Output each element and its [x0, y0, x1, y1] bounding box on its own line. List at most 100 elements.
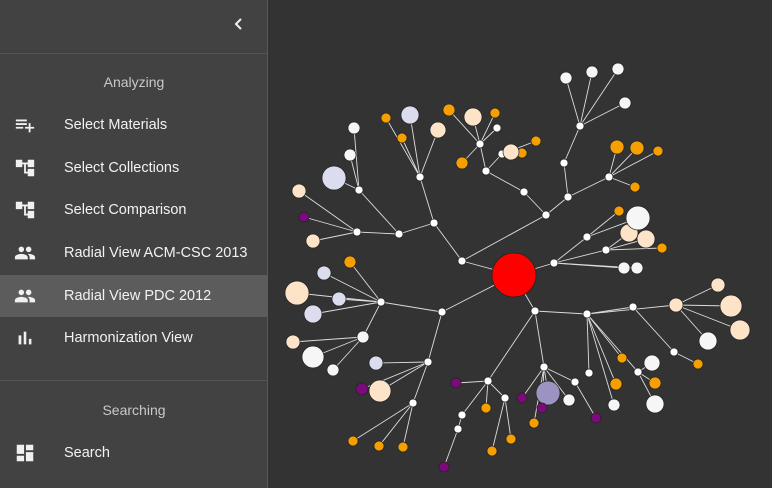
graph-node[interactable]	[616, 352, 628, 364]
graph-node[interactable]	[429, 121, 447, 139]
graph-junction-node[interactable]	[549, 258, 559, 268]
graph-node[interactable]	[438, 461, 450, 473]
graph-node[interactable]	[343, 255, 357, 269]
graph-node[interactable]	[331, 291, 347, 307]
graph-node[interactable]	[356, 330, 370, 344]
graph-junction-node[interactable]	[415, 172, 425, 182]
nav-item-harmonization-view[interactable]: Harmonization View	[0, 317, 268, 359]
graph-junction-node[interactable]	[575, 121, 585, 131]
graph-node[interactable]	[455, 156, 469, 170]
graph-junction-node[interactable]	[559, 158, 569, 168]
graph-junction-node[interactable]	[483, 376, 493, 386]
graph-node[interactable]	[463, 107, 483, 127]
graph-node[interactable]	[373, 440, 385, 452]
graph-node[interactable]	[629, 140, 645, 156]
graph-node[interactable]	[536, 402, 548, 414]
graph-junction-node[interactable]	[457, 410, 467, 420]
graph-node[interactable]	[643, 354, 661, 372]
graph-node[interactable]	[630, 261, 644, 275]
graph-node[interactable]	[625, 205, 651, 231]
graph-node[interactable]	[652, 145, 664, 157]
graph-junction-node[interactable]	[500, 393, 510, 403]
graph-junction-node[interactable]	[354, 185, 364, 195]
graph-junction-node[interactable]	[604, 172, 614, 182]
graph-node[interactable]	[450, 377, 462, 389]
nav-item-radial-view-pdc-2012[interactable]: Radial View PDC 2012	[0, 275, 268, 317]
graph-node[interactable]	[489, 107, 501, 119]
graph-junction-node[interactable]	[669, 347, 679, 357]
graph-node[interactable]	[368, 355, 384, 371]
graph-node[interactable]	[607, 398, 621, 412]
graph-junction-node[interactable]	[394, 229, 404, 239]
graph-junction-node[interactable]	[352, 227, 362, 237]
graph-junction-node[interactable]	[628, 302, 638, 312]
graph-junction-node[interactable]	[481, 166, 491, 176]
graph-node[interactable]	[611, 62, 625, 76]
graph-junction-node[interactable]	[582, 309, 592, 319]
nav-item-select-comparison[interactable]: Select Comparison	[0, 189, 268, 231]
graph-node[interactable]	[535, 380, 561, 406]
graph-junction-node[interactable]	[492, 123, 502, 133]
graph-node[interactable]	[613, 205, 625, 217]
graph-node[interactable]	[396, 132, 408, 144]
graph-node[interactable]	[284, 280, 310, 306]
nav-item-select-materials[interactable]: Select Materials	[0, 104, 268, 146]
graph-node[interactable]	[590, 412, 602, 424]
graph-node[interactable]	[710, 277, 726, 293]
graph-node[interactable]	[397, 441, 409, 453]
nav-item-radial-view-acm-csc-2013[interactable]: Radial View ACM-CSC 2013	[0, 232, 268, 274]
graph-junction-node[interactable]	[563, 192, 573, 202]
graph-node[interactable]	[698, 331, 718, 351]
graph-node[interactable]	[629, 181, 641, 193]
graph-junction-node[interactable]	[376, 297, 386, 307]
graph-junction-node[interactable]	[475, 139, 485, 149]
graph-node[interactable]	[480, 402, 492, 414]
graph-node[interactable]	[355, 382, 369, 396]
graph-node[interactable]	[343, 148, 357, 162]
graph-junction-node[interactable]	[541, 210, 551, 220]
graph-node[interactable]	[562, 393, 576, 407]
graph-node[interactable]	[400, 105, 420, 125]
graph-node[interactable]	[585, 65, 599, 79]
graph-junction-node[interactable]	[457, 256, 467, 266]
graph-node[interactable]	[298, 211, 310, 223]
graph-junction-node[interactable]	[519, 187, 529, 197]
nav-item-search[interactable]: Search	[0, 432, 268, 474]
graph-node[interactable]	[502, 143, 520, 161]
graph-junction-node[interactable]	[601, 245, 611, 255]
graph-node[interactable]	[505, 433, 517, 445]
graph-node[interactable]	[645, 394, 665, 414]
graph-node[interactable]	[656, 242, 668, 254]
graph-node[interactable]	[291, 183, 307, 199]
graph-node[interactable]	[301, 345, 325, 369]
graph-node[interactable]	[692, 358, 704, 370]
graph-node[interactable]	[609, 377, 623, 391]
graph-node[interactable]	[719, 294, 743, 318]
graph-node[interactable]	[285, 334, 301, 350]
graph-node[interactable]	[516, 392, 528, 404]
graph-junction-node[interactable]	[408, 398, 418, 408]
graph-node[interactable]	[347, 121, 361, 135]
graph-node[interactable]	[729, 319, 751, 341]
graph-junction-node[interactable]	[633, 367, 643, 377]
graph-node[interactable]	[609, 139, 625, 155]
graph-node[interactable]	[636, 229, 656, 249]
graph-node[interactable]	[559, 71, 573, 85]
graph-junction-node[interactable]	[582, 232, 592, 242]
graph-junction-node[interactable]	[453, 424, 463, 434]
graph-node[interactable]	[486, 445, 498, 457]
graph-node[interactable]	[380, 112, 392, 124]
graph-node[interactable]	[326, 363, 340, 377]
graph-node[interactable]	[530, 135, 542, 147]
graph-node[interactable]	[617, 261, 631, 275]
collapse-sidebar-button[interactable]	[228, 12, 250, 36]
graph-node[interactable]	[442, 103, 456, 117]
graph-junction-node[interactable]	[429, 218, 439, 228]
graph-junction-node[interactable]	[437, 307, 447, 317]
graph-node[interactable]	[347, 435, 359, 447]
graph-junction-node[interactable]	[570, 377, 580, 387]
graph-node[interactable]	[668, 297, 684, 313]
radial-graph[interactable]	[269, 0, 772, 488]
graph-junction-node[interactable]	[584, 368, 594, 378]
graph-node[interactable]	[305, 233, 321, 249]
